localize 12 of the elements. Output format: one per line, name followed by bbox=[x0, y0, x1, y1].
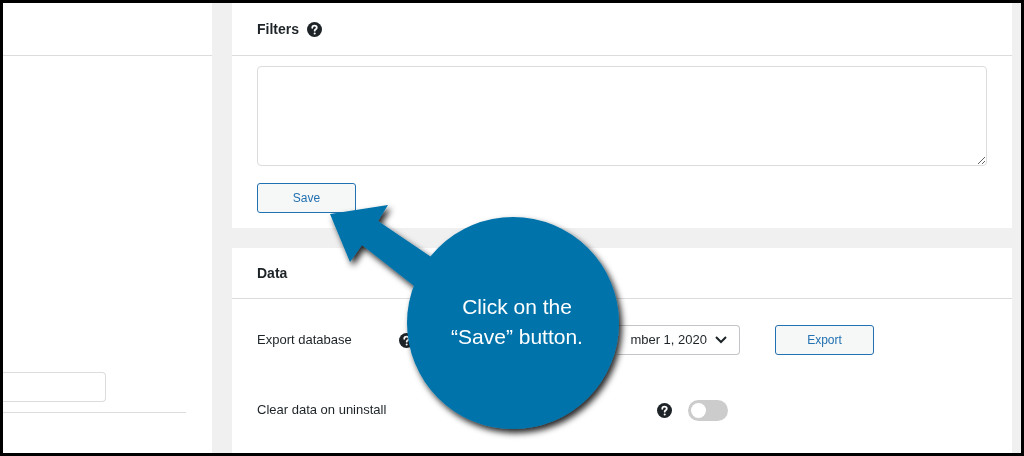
chevron-icon bbox=[715, 336, 727, 345]
help-icon[interactable] bbox=[307, 21, 322, 37]
card-title: Data bbox=[257, 263, 288, 283]
export-button[interactable]: Export bbox=[775, 325, 874, 356]
card-title: Filters bbox=[257, 19, 299, 39]
text-field[interactable] bbox=[3, 372, 106, 402]
toggle-switch[interactable] bbox=[688, 399, 728, 421]
help-icon[interactable] bbox=[657, 402, 672, 418]
setting-label: Export database bbox=[257, 331, 353, 350]
save-button[interactable]: Save bbox=[257, 183, 356, 213]
callout-text: Click on the “Save” button. bbox=[450, 294, 584, 350]
setting-label: Clear data on uninstall bbox=[257, 401, 388, 420]
